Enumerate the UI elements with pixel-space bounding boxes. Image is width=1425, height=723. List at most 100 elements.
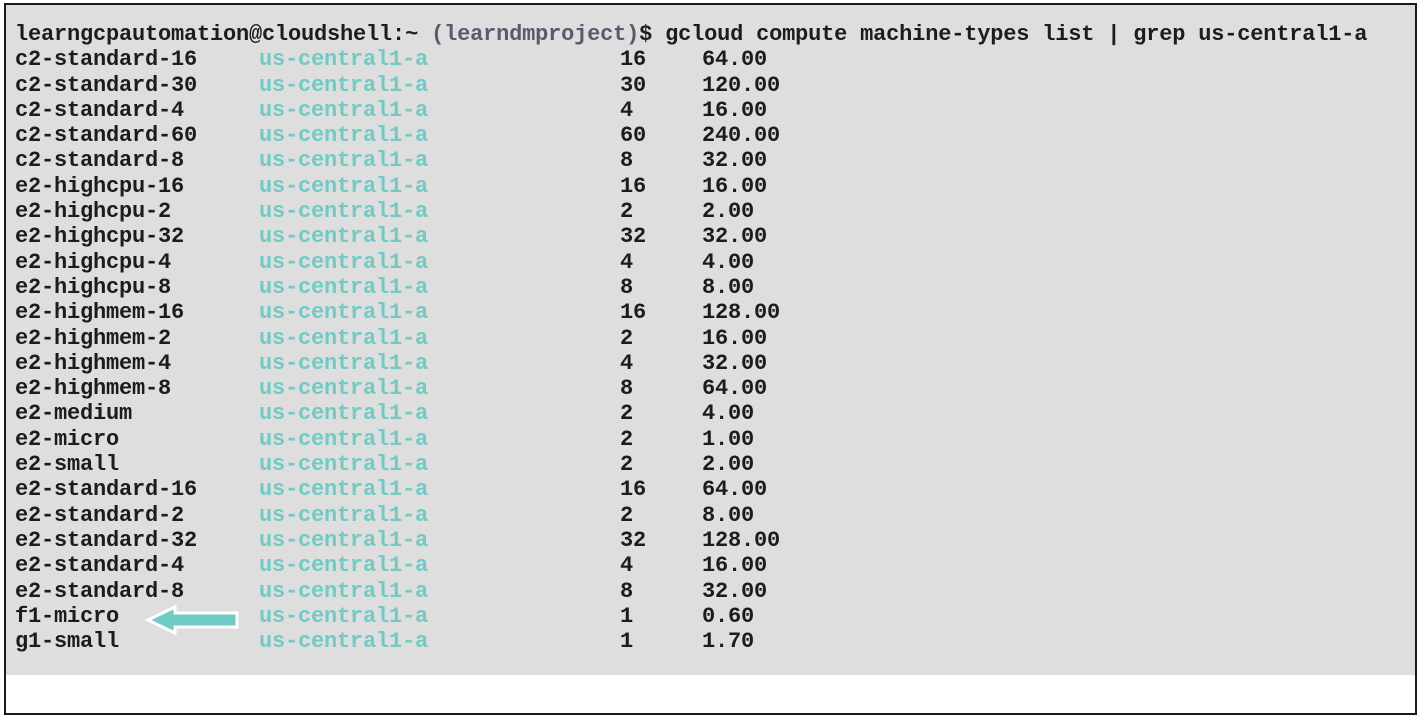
prompt-command: $ gcloud compute machine-types list | gr…	[639, 22, 1368, 47]
output-row: e2-medium us-central1-a 2 4.00	[15, 401, 1415, 426]
zone-value: us-central1-a	[259, 173, 429, 199]
zone-value: us-central1-a	[259, 47, 429, 73]
machine-type-name: e2-highcpu-32	[15, 224, 185, 250]
machine-type-name: e2-standard-32	[15, 527, 198, 553]
output-row: e2-standard-4 us-central1-a 4 16.00	[15, 553, 1415, 578]
cpu-count: 8	[620, 376, 634, 402]
memory-gb: 16.00	[702, 173, 768, 199]
cpu-count: 32	[620, 527, 647, 553]
memory-gb: 2.00	[702, 452, 755, 478]
machine-type-name: c2-standard-8	[15, 148, 185, 174]
output-row: c2-standard-4 us-central1-a 4 16.00	[15, 98, 1415, 123]
machine-type-name: c2-standard-30	[15, 72, 198, 98]
output-row: c2-standard-30 us-central1-a 30 120.00	[15, 73, 1415, 98]
cpu-count: 4	[620, 249, 634, 275]
cpu-count: 4	[620, 553, 634, 579]
memory-gb: 240.00	[702, 123, 781, 149]
output-row: e2-small us-central1-a 2 2.00	[15, 452, 1415, 477]
output-row: e2-highcpu-8 us-central1-a 8 8.00	[15, 275, 1415, 300]
output-row: e2-micro us-central1-a 2 1.00	[15, 427, 1415, 452]
memory-gb: 128.00	[702, 300, 781, 326]
output-row: e2-highmem-16 us-central1-a 16 128.00	[15, 300, 1415, 325]
cpu-count: 16	[620, 173, 647, 199]
output-row: e2-highcpu-4 us-central1-a 4 4.00	[15, 250, 1415, 275]
cpu-count: 30	[620, 72, 647, 98]
cpu-count: 2	[620, 325, 634, 351]
zone-value: us-central1-a	[259, 452, 429, 478]
output-row: e2-standard-16 us-central1-a 16 64.00	[15, 477, 1415, 502]
prompt-project: (learndmproject)	[431, 22, 640, 47]
output-row: f1-micro us-central1-a 1 0.60	[15, 603, 1415, 635]
output-row: e2-standard-32 us-central1-a 32 128.00	[15, 528, 1415, 553]
memory-gb: 32.00	[702, 350, 768, 376]
machine-type-name: e2-highcpu-4	[15, 249, 172, 275]
zone-value: us-central1-a	[259, 249, 429, 275]
cpu-count: 4	[620, 350, 634, 376]
machine-type-name: e2-standard-16	[15, 477, 198, 503]
cloud-shell-terminal[interactable]: learngcpautomation@cloudshell:~ (learndm…	[6, 5, 1415, 675]
cpu-count: 2	[620, 199, 634, 225]
zone-value: us-central1-a	[259, 72, 429, 98]
output-row: g1-small us-central1-a 1 1.70	[15, 629, 1415, 654]
machine-type-name: e2-highmem-4	[15, 350, 172, 376]
memory-gb: 1.70	[702, 629, 755, 655]
machine-type-name: e2-highmem-16	[15, 300, 185, 326]
machine-type-name: g1-small	[15, 629, 120, 655]
memory-gb: 1.00	[702, 426, 755, 452]
cpu-count: 60	[620, 123, 647, 149]
zone-value: us-central1-a	[259, 578, 429, 604]
memory-gb: 8.00	[702, 274, 755, 300]
cpu-count: 4	[620, 97, 634, 123]
machine-type-name: c2-standard-4	[15, 97, 185, 123]
machine-type-name: e2-medium	[15, 401, 133, 427]
machine-type-name: e2-small	[15, 452, 120, 478]
output-row: e2-highmem-2 us-central1-a 2 16.00	[15, 326, 1415, 351]
memory-gb: 128.00	[702, 527, 781, 553]
memory-gb: 16.00	[702, 325, 768, 351]
machine-type-name: e2-highmem-2	[15, 325, 172, 351]
machine-type-name: e2-highcpu-2	[15, 199, 172, 225]
machine-type-name: e2-standard-2	[15, 502, 185, 528]
memory-gb: 2.00	[702, 199, 755, 225]
machine-type-name: e2-highcpu-8	[15, 274, 172, 300]
machine-type-name: e2-micro	[15, 426, 120, 452]
zone-value: us-central1-a	[259, 629, 429, 655]
zone-value: us-central1-a	[259, 401, 429, 427]
output-row: e2-highmem-8 us-central1-a 8 64.00	[15, 376, 1415, 401]
output-row: e2-highmem-4 us-central1-a 4 32.00	[15, 351, 1415, 376]
memory-gb: 0.60	[702, 603, 755, 629]
prompt-line: learngcpautomation@cloudshell:~ (learndm…	[15, 22, 1415, 47]
machine-types-output: c2-standard-16 us-central1-a 16 64.00 c2-sta…	[15, 47, 1415, 654]
zone-value: us-central1-a	[259, 477, 429, 503]
screenshot-frame: learngcpautomation@cloudshell:~ (learndm…	[4, 3, 1417, 715]
output-row: e2-standard-8 us-central1-a 8 32.00	[15, 579, 1415, 604]
memory-gb: 120.00	[702, 72, 781, 98]
output-row: e2-highcpu-2 us-central1-a 2 2.00	[15, 199, 1415, 224]
zone-value: us-central1-a	[259, 553, 429, 579]
zone-value: us-central1-a	[259, 325, 429, 351]
output-row: e2-highcpu-16 us-central1-a 16 16.00	[15, 174, 1415, 199]
machine-type-name: e2-standard-8	[15, 578, 185, 604]
zone-value: us-central1-a	[259, 224, 429, 250]
cpu-count: 32	[620, 224, 647, 250]
zone-value: us-central1-a	[259, 426, 429, 452]
zone-value: us-central1-a	[259, 350, 429, 376]
machine-type-name: c2-standard-60	[15, 123, 198, 149]
cpu-count: 2	[620, 401, 634, 427]
memory-gb: 64.00	[702, 376, 768, 402]
memory-gb: 4.00	[702, 401, 755, 427]
zone-value: us-central1-a	[259, 527, 429, 553]
machine-type-name: c2-standard-16	[15, 47, 198, 73]
output-row: e2-highcpu-32 us-central1-a 32 32.00	[15, 224, 1415, 249]
memory-gb: 4.00	[702, 249, 755, 275]
prompt-user-host: learngcpautomation@cloudshell:~	[15, 22, 419, 47]
zone-value: us-central1-a	[259, 603, 429, 629]
memory-gb: 16.00	[702, 97, 768, 123]
zone-value: us-central1-a	[259, 199, 429, 225]
memory-gb: 16.00	[702, 553, 768, 579]
cpu-count: 8	[620, 274, 634, 300]
output-row: c2-standard-8 us-central1-a 8 32.00	[15, 148, 1415, 173]
cpu-count: 2	[620, 502, 634, 528]
output-row: e2-standard-2 us-central1-a 2 8.00	[15, 503, 1415, 528]
machine-type-name: e2-standard-4	[15, 553, 185, 579]
